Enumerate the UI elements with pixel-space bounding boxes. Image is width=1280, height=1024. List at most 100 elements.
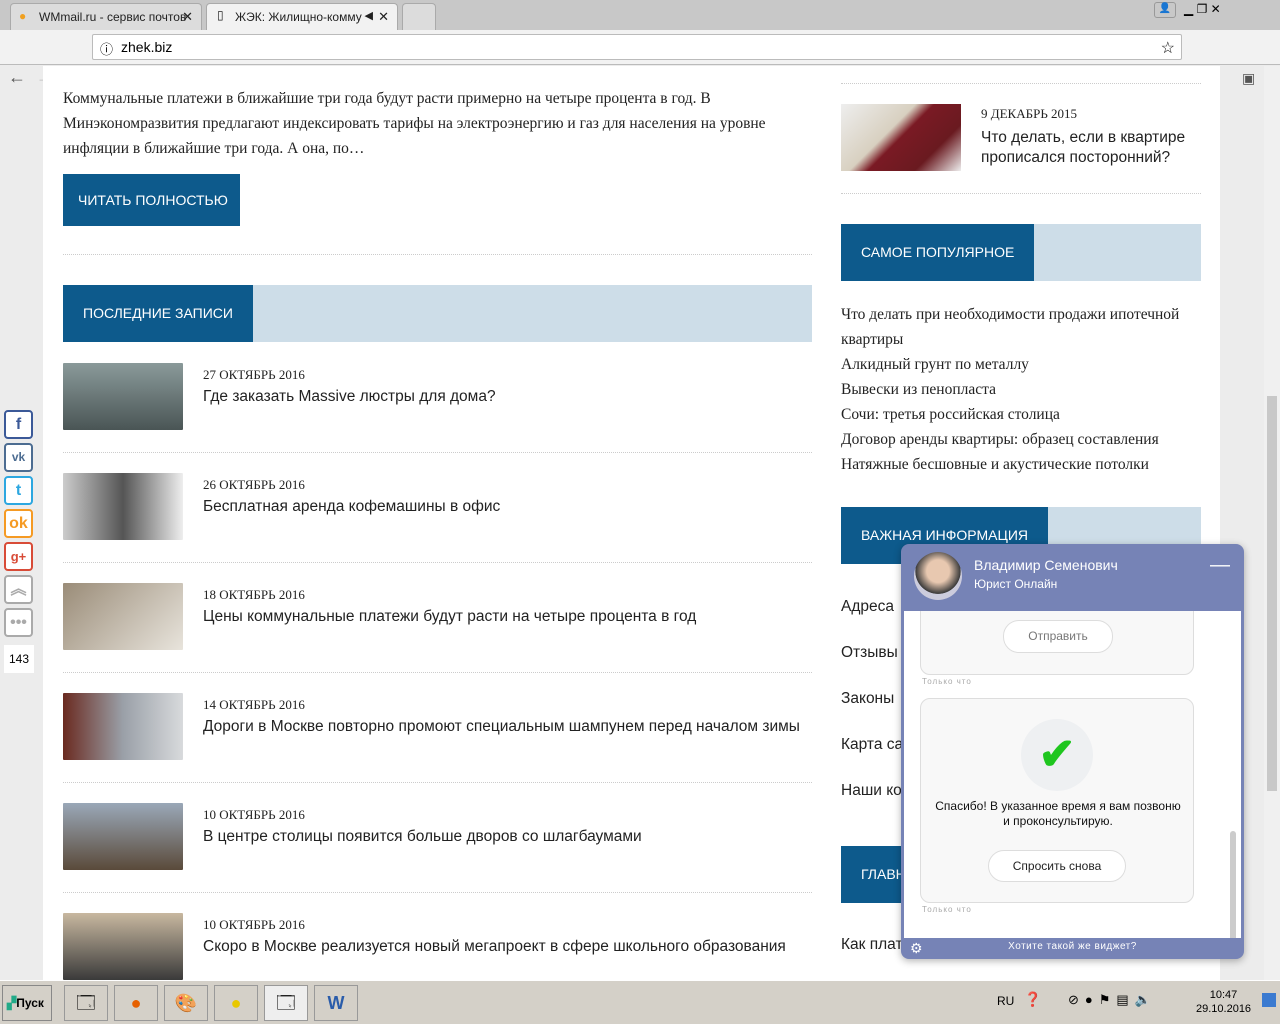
post-date: 10 ОКТЯБРЬ 2016 <box>203 917 305 932</box>
post-thumbnail[interactable] <box>63 363 183 430</box>
scroll-up-icon[interactable]: ︽ <box>4 575 33 604</box>
post-date: 18 ОКТЯБРЬ 2016 <box>203 587 305 602</box>
post-thumbnail[interactable] <box>63 473 183 540</box>
favicon-icon: ● <box>19 9 27 23</box>
tray-icons[interactable]: ⊘●⚑▤🔈 <box>1068 992 1157 1008</box>
time: 10:47 <box>1209 989 1238 1001</box>
close-tab-icon[interactable]: ✕ <box>378 9 389 25</box>
more-icon[interactable]: ••• <box>4 608 33 637</box>
bookmark-star-icon[interactable]: ☆ <box>1161 38 1175 58</box>
post-item[interactable]: 14 ОКТЯБРЬ 2016 Дороги в Москве повторно … <box>63 693 812 803</box>
post-item[interactable]: 10 ОКТЯБРЬ 2016 В центре столицы появится… <box>63 803 812 913</box>
sidebar-link[interactable]: Как плат <box>841 936 903 954</box>
post-thumbnail[interactable] <box>63 693 183 760</box>
info-link[interactable]: Отзывы <box>841 644 898 662</box>
taskbar-app[interactable]: 🗔 <box>64 985 108 1021</box>
post-title[interactable]: Цены коммунальные платежи будут расти на… <box>203 608 696 626</box>
popular-link[interactable]: Вывески из пенопласта <box>841 377 1201 402</box>
paint-icon[interactable]: 🎨 <box>164 985 208 1021</box>
scrollbar[interactable] <box>1264 66 1280 980</box>
share-bar: f vk t ok g+ ︽ ••• 143 <box>4 410 34 673</box>
chat-messages: Отправить Только что ✔ Спасибо! В указан… <box>904 611 1241 938</box>
tab-title: WMmail.ru - сервис почтов <box>39 10 187 24</box>
scrollbar-thumb[interactable] <box>1267 396 1277 791</box>
thanks-message: Спасибо! В указанное время я вам позвоню… <box>935 799 1181 828</box>
post-title[interactable]: Скоро в Москве реализуется новый мегапро… <box>203 938 786 956</box>
info-icon: ⓘ <box>100 42 114 57</box>
post-item[interactable]: 27 ОКТЯБРЬ 2016 Где заказать Massive люст… <box>63 363 812 473</box>
timestamp: Только что <box>922 677 972 686</box>
post-title[interactable]: Где заказать Massive люстры для дома? <box>203 388 496 406</box>
post-item[interactable]: 26 ОКТЯБРЬ 2016 Бесплатная аренда кофемаш… <box>63 473 812 583</box>
info-link[interactable]: Карта са <box>841 736 903 754</box>
google-plus-icon[interactable]: g+ <box>4 542 33 571</box>
chat-widget: Владимир Семенович Юрист Онлайн — Отправ… <box>901 544 1244 959</box>
word-icon[interactable]: W <box>314 985 358 1021</box>
popular-link[interactable]: Алкидный грунт по металлу <box>841 352 1201 377</box>
tab-title: ЖЭК: Жилищно-комму <box>235 10 362 24</box>
new-tab-button[interactable] <box>402 3 436 30</box>
post-thumbnail[interactable] <box>63 583 183 650</box>
post-thumbnail[interactable] <box>63 803 183 870</box>
post-date: 10 ОКТЯБРЬ 2016 <box>203 807 305 822</box>
taskbar: ▞Пуск 🗔 ● 🎨 ● 🗔 W RU ❓ ⊘●⚑▤🔈 10:47 29.10.… <box>0 980 1280 1024</box>
close-tab-icon[interactable]: ✕ <box>182 9 193 25</box>
share-count: 143 <box>4 645 34 673</box>
address-bar[interactable]: ⓘ zhek.biz ☆ <box>92 34 1182 60</box>
facebook-icon[interactable]: f <box>4 410 33 439</box>
ask-again-button[interactable]: Спросить снова <box>988 850 1126 882</box>
post-date: 26 ОКТЯБРЬ 2016 <box>203 477 305 492</box>
clock[interactable]: 10:47 29.10.2016 <box>1196 989 1251 1015</box>
popular-link[interactable]: Натяжные бесшовные и акустические потолк… <box>841 452 1201 477</box>
minimize-icon[interactable]: — <box>1210 554 1230 577</box>
read-more-button[interactable]: ЧИТАТЬ ПОЛНОСТЬЮ <box>63 174 240 226</box>
send-button[interactable]: Отправить <box>1003 620 1113 653</box>
post-excerpt: Коммунальные платежи в ближайшие три год… <box>63 90 766 157</box>
section-title: ПОСЛЕДНИЕ ЗАПИСИ <box>63 285 253 342</box>
post-item[interactable]: 10 ОКТЯБРЬ 2016 Скоро в Москве реализуетс… <box>63 913 812 980</box>
window-controls[interactable]: ▁ ❐ ✕ <box>1184 2 1221 16</box>
firefox-icon[interactable]: ● <box>114 985 158 1021</box>
widget-promo-link[interactable]: Хотите такой же виджет? <box>901 941 1244 952</box>
vk-icon[interactable]: vk <box>4 443 33 472</box>
recent-posts-header: ПОСЛЕДНИЕ ЗАПИСИ <box>63 285 812 342</box>
date: 29.10.2016 <box>1196 1003 1252 1015</box>
info-link[interactable]: Наши ко <box>841 782 902 800</box>
tab-zhek[interactable]: ▯ ЖЭК: Жилищно-комму ◀︎ ✕ <box>206 3 398 30</box>
post-title[interactable]: Бесплатная аренда кофемашины в офис <box>203 498 500 516</box>
odnoklassniki-icon[interactable]: ok <box>4 509 33 538</box>
tab-wmmail[interactable]: ● WMmail.ru - сервис почтов ✕ <box>10 3 202 30</box>
post-title[interactable]: Что делать, если в квартире прописался п… <box>981 128 1201 168</box>
timestamp: Только что <box>922 905 972 914</box>
popular-link[interactable]: Договор аренды квартиры: образец составл… <box>841 427 1201 452</box>
twitter-icon[interactable]: t <box>4 476 33 505</box>
taskbar-app-active[interactable]: 🗔 <box>264 985 308 1021</box>
back-icon[interactable]: ← <box>8 67 26 88</box>
start-button[interactable]: ▞Пуск <box>2 985 52 1021</box>
post-title[interactable]: В центре столицы появится больше дворов … <box>203 828 642 846</box>
popular-list: Что делать при необходимости продажи ипо… <box>841 302 1201 477</box>
show-desktop-icon[interactable] <box>1262 993 1276 1007</box>
url-text: zhek.biz <box>121 39 173 55</box>
section-title: САМОЕ ПОПУЛЯРНОЕ <box>841 224 1035 281</box>
post-thumbnail[interactable] <box>63 913 183 980</box>
language-indicator[interactable]: RU <box>997 994 1014 1008</box>
post-title[interactable]: Дороги в Москве повторно промоют специал… <box>203 718 800 736</box>
audio-icon[interactable]: ◀︎ <box>365 9 373 22</box>
popular-link[interactable]: Что делать при необходимости продажи ипо… <box>841 302 1201 352</box>
cyberghost-icon[interactable]: ● <box>214 985 258 1021</box>
popular-header: САМОЕ ПОПУЛЯРНОЕ <box>841 224 1201 281</box>
post-date: 9 ДЕКАБРЬ 2015 <box>981 106 1078 121</box>
popular-link[interactable]: Сочи: третья российская столица <box>841 402 1201 427</box>
post-date: 27 ОКТЯБРЬ 2016 <box>203 367 305 382</box>
chat-scrollbar[interactable] <box>1230 831 1236 938</box>
checkmark-icon: ✔ <box>1021 719 1093 791</box>
agent-name: Владимир Семенович <box>974 557 1118 573</box>
start-label: Пуск <box>16 996 44 1010</box>
info-link[interactable]: Законы <box>841 690 894 708</box>
profile-icon[interactable]: 👤 <box>1154 2 1176 18</box>
post-item[interactable]: 18 ОКТЯБРЬ 2016 Цены коммунальные платежи… <box>63 583 812 693</box>
help-icon[interactable]: ❓ <box>1024 991 1041 1008</box>
info-link[interactable]: Адреса <box>841 598 894 616</box>
post-thumbnail[interactable] <box>841 104 961 171</box>
